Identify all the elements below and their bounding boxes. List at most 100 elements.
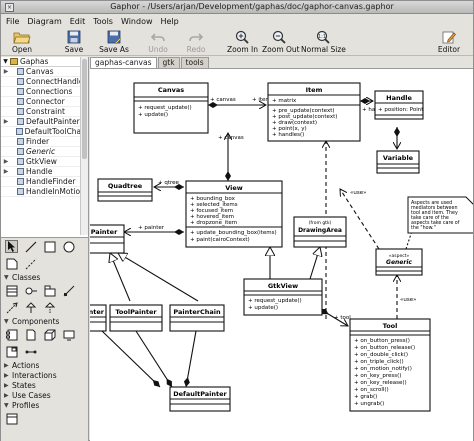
toolbox-section-classes[interactable]: ▼ Classes — [1, 272, 88, 282]
class-tool[interactable]: Tool + on_button_press() + on_button_rel… — [349, 318, 431, 412]
defaultpainter-painter-link[interactable] — [101, 330, 161, 388]
comment-tool[interactable] — [5, 257, 18, 270]
note-comment[interactable]: Aspects are used mediators between tool … — [407, 196, 473, 234]
interface-icon — [25, 287, 37, 294]
tree-root-row[interactable]: ▼ Gaphas — [1, 57, 88, 67]
redo-button[interactable]: Redo — [185, 28, 207, 56]
use-cases-label: Use Cases — [12, 390, 51, 400]
box-tool[interactable] — [43, 240, 56, 253]
tab-gtk[interactable]: gtk — [157, 57, 180, 68]
generalization-tool[interactable] — [24, 301, 37, 314]
expand-triangle-icon[interactable]: ▶ — [1, 158, 11, 165]
line-tool[interactable] — [24, 240, 37, 253]
collapse-triangle-icon[interactable]: ▼ — [1, 58, 10, 65]
class-handle[interactable]: Handle + position: Point — [374, 90, 424, 120]
component-tool[interactable] — [5, 328, 18, 341]
tree-scrollbar-thumb[interactable] — [82, 59, 87, 159]
tree-item[interactable]: HandleInMotion — [1, 187, 88, 197]
tree-item[interactable]: Constraint — [1, 107, 88, 117]
save-button[interactable]: Save — [61, 28, 87, 56]
toolbox-row-general — [1, 238, 88, 255]
toolbox-section-states[interactable]: ▶ States — [1, 380, 88, 390]
expand-triangle-icon[interactable]: ▶ — [1, 168, 11, 175]
class-tool[interactable] — [5, 284, 18, 297]
node-icon — [44, 329, 55, 340]
class-view[interactable]: View + bounding_box + selected_items + f… — [185, 180, 283, 248]
diagram-canvas[interactable]: Canvas + request_update() + update() + c… — [90, 68, 473, 441]
interface-tool[interactable] — [24, 284, 37, 297]
class-icon — [17, 118, 24, 125]
tree-item[interactable]: DefaultToolChain — [1, 127, 88, 137]
close-window-icon[interactable]: × — [5, 3, 14, 12]
toolpainter-painter-generalization[interactable] — [110, 253, 131, 302]
normal-size-button[interactable]: 1:1 Normal Size — [301, 28, 346, 56]
expand-triangle-icon[interactable]: ▶ — [1, 118, 11, 125]
dependency-tool[interactable] — [5, 301, 18, 314]
class-item[interactable]: Item + matrix + pre_update(context) + po… — [267, 82, 361, 142]
toolbox-section-use-cases[interactable]: ▶ Use Cases — [1, 390, 88, 400]
toolbox-section-components[interactable]: ▼ Components — [1, 316, 88, 326]
class-toolpainter[interactable]: ToolPainter — [109, 304, 163, 332]
class-painterchain[interactable]: PainterChain — [169, 304, 225, 332]
comment-line-tool[interactable] — [24, 257, 37, 270]
tree-item[interactable]: ConnectHandle — [1, 77, 88, 87]
class-canvas[interactable]: Canvas + request_update() + update() — [133, 82, 209, 134]
save-as-button[interactable]: Save As — [97, 28, 131, 56]
menu-file[interactable]: File — [6, 17, 19, 26]
class-defaultpainter[interactable]: DefaultPainter — [169, 386, 231, 412]
tab-gaphas-canvas[interactable]: gaphas-canvas — [90, 57, 157, 68]
toolbox-section-profiles[interactable]: ▼ Profiles — [1, 400, 88, 410]
painterchain-painter-generalization[interactable] — [118, 253, 199, 302]
association-tool[interactable] — [62, 284, 75, 297]
class-variable[interactable]: Variable — [376, 150, 420, 174]
tree-item[interactable]: HandleFinder — [1, 177, 88, 187]
tree-item-label: Finder — [26, 137, 50, 146]
subsystem-tool[interactable] — [5, 345, 18, 358]
class-left-painter[interactable]: Painter — [90, 304, 107, 332]
dependency-icon — [6, 301, 18, 313]
class-drawingarea[interactable]: (from gtk) DrawingArea — [293, 216, 347, 248]
menu-window[interactable]: Window — [121, 17, 153, 26]
menu-edit[interactable]: Edit — [70, 17, 86, 26]
connector-tool[interactable] — [24, 345, 37, 358]
class-painter[interactable]: Painter — [90, 224, 125, 254]
gtkview-drawingarea-generalization[interactable] — [309, 247, 320, 280]
class-generic[interactable]: «aspect» Generic — [375, 248, 423, 276]
subsystem-icon — [6, 346, 17, 357]
tree-item[interactable]: Connector — [1, 97, 88, 107]
ellipse-tool[interactable] — [62, 240, 75, 253]
uml-diagram[interactable]: Canvas + request_update() + update() + c… — [90, 69, 473, 441]
node-tool[interactable] — [43, 328, 56, 341]
tree-item[interactable]: ▶ DefaultPainter — [1, 117, 88, 127]
menu-help[interactable]: Help — [161, 17, 179, 26]
tree-item[interactable]: Connections — [1, 87, 88, 97]
zoom-out-button[interactable]: Zoom Out — [262, 28, 300, 56]
class-gtkview[interactable]: GtkView + request_update() + update() — [243, 278, 323, 316]
tree-scrollbar[interactable] — [80, 57, 88, 235]
menu-tools[interactable]: Tools — [93, 17, 113, 26]
pointer-tool[interactable] — [5, 240, 18, 253]
tree-item[interactable]: ▶ Handle — [1, 167, 88, 177]
toolbox-section-actions[interactable]: ▶ Actions — [1, 360, 88, 370]
device-tool[interactable] — [62, 328, 75, 341]
class-quadtree[interactable]: Quadtree — [97, 178, 153, 202]
tab-tools[interactable]: tools — [180, 57, 209, 68]
tree-item[interactable]: Finder — [1, 137, 88, 147]
tree-item[interactable]: ▶ Canvas — [1, 67, 88, 77]
undo-button[interactable]: Undo — [147, 28, 169, 56]
zoom-in-button[interactable]: Zoom In — [227, 28, 258, 56]
editor-button[interactable]: Editor — [437, 28, 461, 56]
defaultpainter-painterchain-link[interactable] — [183, 330, 197, 388]
implementation-tool[interactable] — [43, 301, 56, 314]
open-button[interactable]: Open — [7, 28, 37, 56]
menu-diagram[interactable]: Diagram — [27, 17, 61, 26]
profile-tool[interactable] — [5, 412, 18, 425]
tree-item[interactable]: Generic — [1, 147, 88, 157]
defaultpainter-toolpainter-link[interactable] — [135, 330, 173, 388]
class-icon — [17, 88, 24, 95]
tree-item[interactable]: ▶ GtkView — [1, 157, 88, 167]
expand-triangle-icon[interactable]: ▶ — [1, 68, 11, 75]
toolbox-section-interactions[interactable]: ▶ Interactions — [1, 370, 88, 380]
artifact-tool[interactable] — [24, 328, 37, 341]
package-tool[interactable] — [43, 284, 56, 297]
